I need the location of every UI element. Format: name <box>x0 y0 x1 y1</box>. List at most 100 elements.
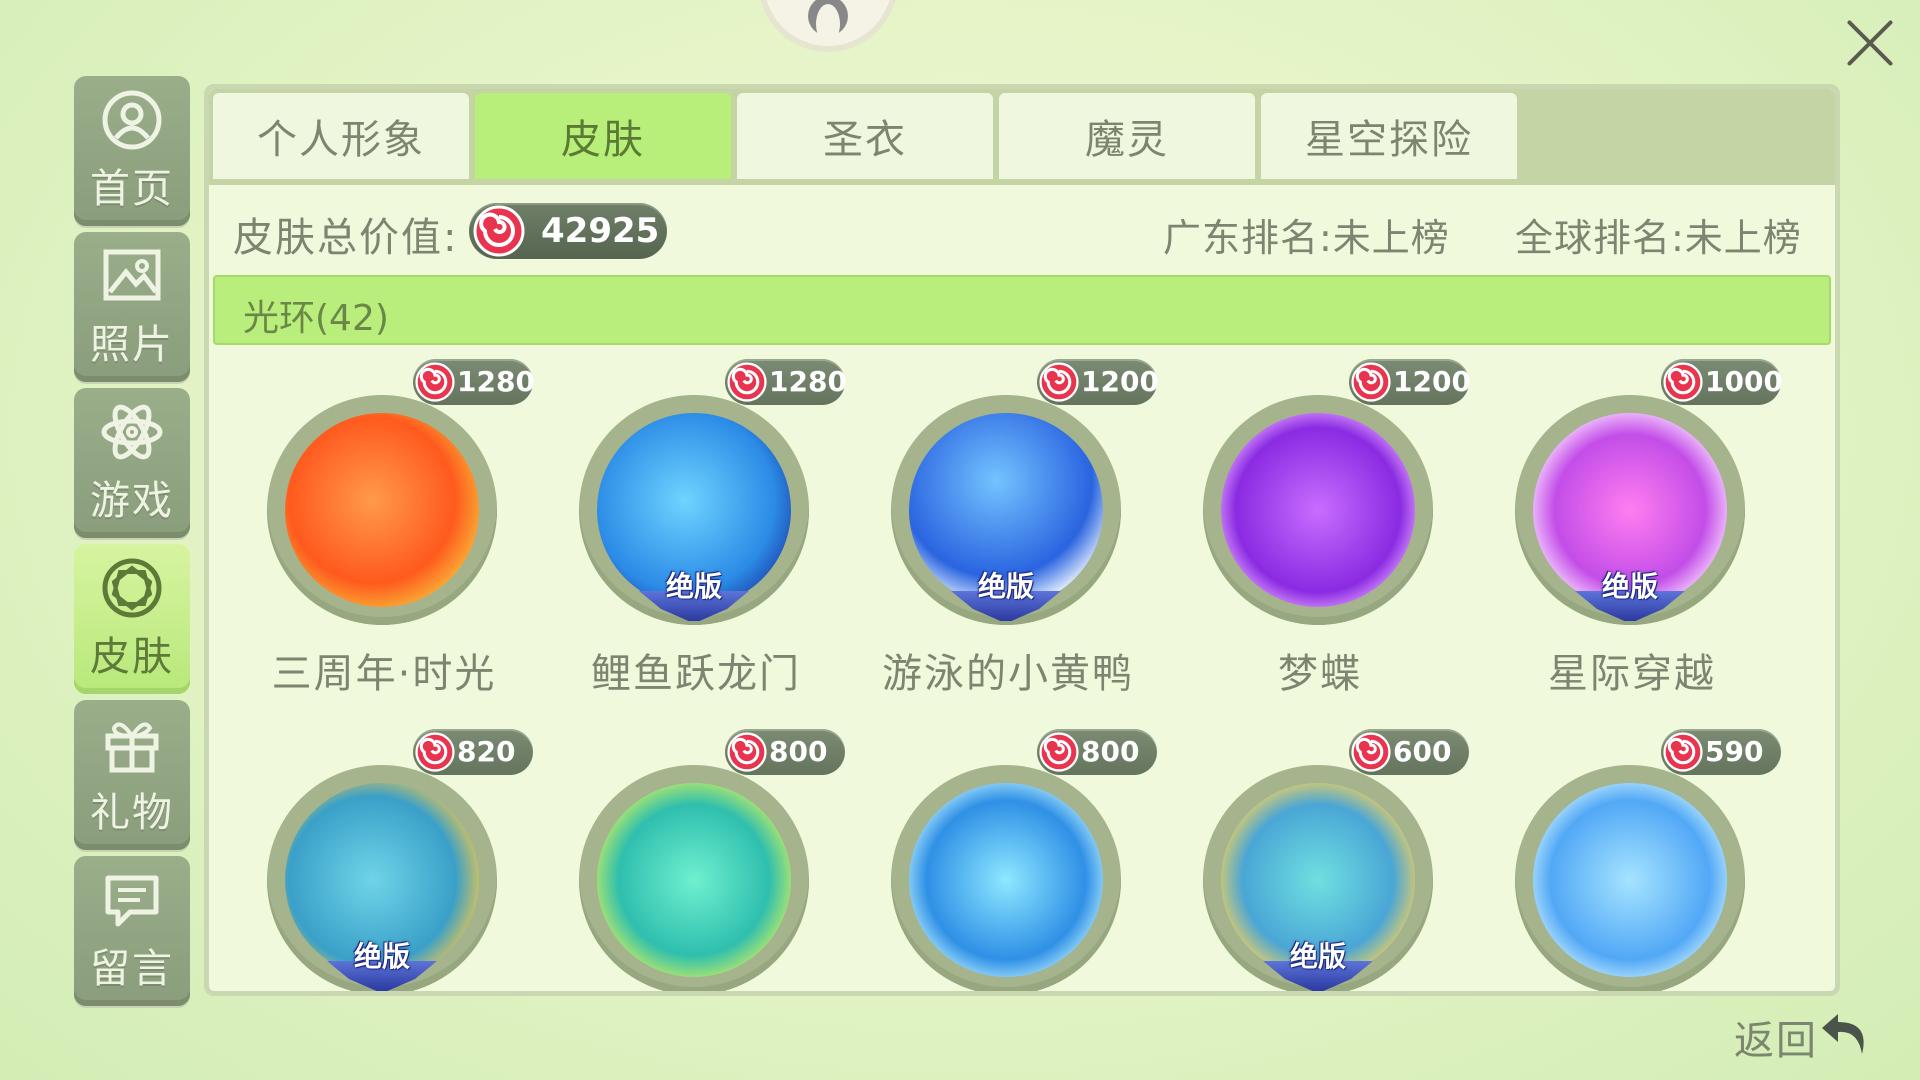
halo-orb-icon <box>1533 783 1727 977</box>
limited-edition-badge: 绝版 <box>317 935 447 991</box>
tab-avatar[interactable]: 个人形象 <box>213 93 469 179</box>
badge-label: 绝版 <box>1601 570 1658 603</box>
section-title: 光环(42) <box>243 298 389 339</box>
halo-orb-icon <box>909 783 1103 977</box>
price-badge: 1000 <box>1661 359 1783 405</box>
price-value: 590 <box>1705 735 1764 768</box>
sidebar-item-gifts[interactable]: 礼物 <box>74 700 190 850</box>
summary-row: 皮肤总价值: 42925 广东排名:未上榜 全球排名:未上榜 <box>209 185 1835 275</box>
price-value: 1200 <box>1081 365 1159 398</box>
skin-item[interactable]: 800 <box>531 729 845 991</box>
sidebar-item-photos[interactable]: 照片 <box>74 232 190 382</box>
halo-orb-icon <box>1221 413 1415 607</box>
return-arrow-icon <box>1822 1014 1864 1054</box>
limited-edition-badge: 绝版 <box>941 565 1071 625</box>
message-icon <box>105 875 159 927</box>
sidebar-item-games[interactable]: 游戏 <box>74 388 190 538</box>
price-value: 1000 <box>1705 365 1783 398</box>
back-label: 返回 <box>1734 1018 1818 1064</box>
price-badge: 590 <box>1661 729 1781 775</box>
candy-coin-icon <box>1351 732 1391 772</box>
skin-item[interactable]: 800 <box>843 729 1157 991</box>
limited-edition-badge: 绝版 <box>1253 935 1383 991</box>
sidebar: 首页 照片 游戏 皮肤 礼物 留言 <box>74 76 192 1012</box>
candy-coin-icon <box>1039 362 1079 402</box>
price-badge: 820 <box>413 729 533 775</box>
sidebar-item-skins[interactable]: 皮肤 <box>74 544 190 694</box>
candy-coin-icon <box>727 362 767 402</box>
sidebar-item-home[interactable]: 首页 <box>74 76 190 226</box>
section-header[interactable]: 光环(42) <box>213 275 1831 345</box>
tab-star-adventure[interactable]: 星空探险 <box>1261 93 1517 179</box>
mascot-avatar <box>758 0 898 52</box>
skin-name: 三周年·时光 <box>271 651 497 697</box>
close-button[interactable] <box>1842 14 1898 70</box>
skin-item[interactable]: 590 <box>1467 729 1781 991</box>
skin-name: 星际穿越 <box>1548 651 1716 697</box>
candy-coin-icon <box>415 362 455 402</box>
limited-edition-badge: 绝版 <box>1565 565 1695 625</box>
price-badge: 1280 <box>413 359 535 405</box>
tab-skins[interactable]: 皮肤 <box>475 93 731 179</box>
candy-coin-icon <box>1351 362 1391 402</box>
badge-label: 绝版 <box>977 570 1034 603</box>
back-button[interactable]: 返回 <box>1730 1002 1880 1066</box>
tab-holy-armor[interactable]: 圣衣 <box>737 93 993 179</box>
skin-item[interactable]: 1280 三周年·时光 <box>219 359 535 729</box>
skin-item[interactable]: 1200 绝版游泳的小黄鸭 <box>843 359 1159 729</box>
skin-name: 鲤鱼跃龙门 <box>591 651 801 697</box>
sidebar-item-label: 皮肤 <box>90 634 174 680</box>
candy-coin-icon <box>415 732 455 772</box>
badge-label: 绝版 <box>353 940 410 973</box>
regional-rank: 广东排名:未上榜 <box>1163 216 1450 260</box>
price-value: 600 <box>1393 735 1452 768</box>
skin-item[interactable]: 1280 绝版鲤鱼跃龙门 <box>531 359 847 729</box>
candy-coin-icon <box>1039 732 1079 772</box>
sidebar-item-label: 礼物 <box>90 790 174 836</box>
total-value-label: 皮肤总价值: <box>233 215 459 261</box>
skin-grid: 1280 三周年·时光 1280 绝版 鲤鱼跃龙门 1200 绝版 游泳的小黄鸭 1200 梦蝶 1… <box>209 345 1835 991</box>
ball-icon <box>102 558 162 618</box>
atom-icon <box>101 404 163 460</box>
skin-name: 游泳的小黄鸭 <box>882 651 1134 697</box>
limited-edition-badge: 绝版 <box>629 565 759 625</box>
skin-item[interactable]: 600 绝版 <box>1155 729 1469 991</box>
sidebar-item-label: 留言 <box>90 946 174 992</box>
sidebar-item-messages[interactable]: 留言 <box>74 856 190 1006</box>
price-value: 1280 <box>457 365 535 398</box>
skin-item[interactable]: 820 绝版 <box>219 729 533 991</box>
image-icon <box>103 249 161 301</box>
candy-coin-icon <box>1663 732 1703 772</box>
price-badge: 600 <box>1349 729 1469 775</box>
skin-item[interactable]: 1200 梦蝶 <box>1155 359 1471 729</box>
price-badge: 1200 <box>1349 359 1471 405</box>
price-value: 820 <box>457 735 516 768</box>
sidebar-item-label: 照片 <box>90 322 174 368</box>
candy-coin-icon <box>473 205 525 257</box>
halo-orb-icon <box>285 413 479 607</box>
tab-bar: 个人形象 皮肤 圣衣 魔灵 星空探险 <box>209 89 1835 185</box>
price-badge: 1200 <box>1037 359 1159 405</box>
price-value: 1280 <box>769 365 847 398</box>
global-rank: 全球排名:未上榜 <box>1515 216 1802 260</box>
halo-orb-icon <box>597 783 791 977</box>
gift-icon <box>105 722 159 773</box>
badge-label: 绝版 <box>665 570 722 603</box>
total-value: 42925 <box>541 211 660 251</box>
skin-panel: 个人形象 皮肤 圣衣 魔灵 星空探险 皮肤总价值: 42925 广东排名:未上榜… <box>204 84 1840 996</box>
price-value: 800 <box>1081 735 1140 768</box>
total-value-badge: 42925 <box>469 203 667 259</box>
sidebar-item-label: 首页 <box>90 166 174 212</box>
skin-item[interactable]: 1000 绝版星际穿越 <box>1467 359 1783 729</box>
candy-coin-icon <box>1663 362 1703 402</box>
candy-coin-icon <box>727 732 767 772</box>
skin-name: 梦蝶 <box>1278 651 1362 697</box>
price-value: 800 <box>769 735 828 768</box>
user-icon <box>102 90 162 150</box>
price-value: 1200 <box>1393 365 1471 398</box>
sidebar-item-label: 游戏 <box>90 478 174 524</box>
tab-spirits[interactable]: 魔灵 <box>999 93 1255 179</box>
price-badge: 1280 <box>725 359 847 405</box>
price-badge: 800 <box>725 729 845 775</box>
price-badge: 800 <box>1037 729 1157 775</box>
